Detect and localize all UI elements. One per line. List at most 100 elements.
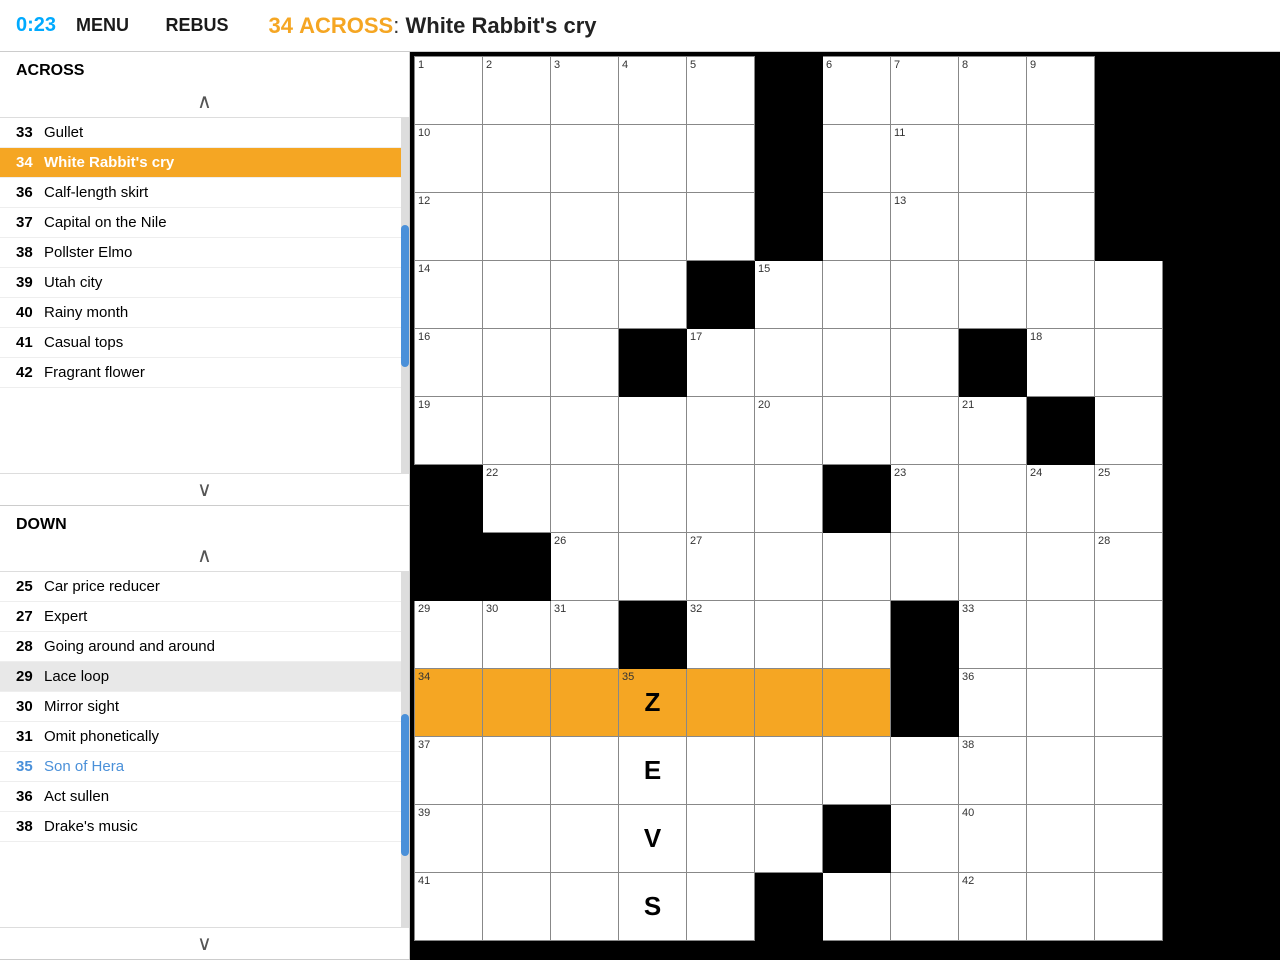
grid-cell-8-1[interactable]: 30 [483, 601, 551, 669]
grid-cell-9-10[interactable] [1095, 669, 1163, 737]
grid-cell-11-1[interactable] [483, 805, 551, 873]
grid-cell-1-4[interactable] [687, 125, 755, 193]
grid-cell-10-8[interactable]: 38 [959, 737, 1027, 805]
grid-cell-3-5[interactable]: 15 [755, 261, 823, 329]
grid-cell-7-8[interactable] [959, 533, 1027, 601]
grid-cell-0-1[interactable]: 2 [483, 57, 551, 125]
clue-item-40[interactable]: 40Rainy month [0, 298, 409, 328]
grid-cell-1-0[interactable]: 10 [415, 125, 483, 193]
across-scroll-down-button[interactable]: ∨ [0, 473, 409, 505]
grid-cell-10-9[interactable] [1027, 737, 1095, 805]
grid-cell-6-10[interactable]: 25 [1095, 465, 1163, 533]
grid-cell-0-7[interactable]: 7 [891, 57, 959, 125]
grid-cell-3-7[interactable] [891, 261, 959, 329]
grid-cell-10-6[interactable] [823, 737, 891, 805]
clue-item-37[interactable]: 37Capital on the Nile [0, 208, 409, 238]
clue-item-31[interactable]: 31Omit phonetically [0, 722, 409, 752]
grid-cell-11-9[interactable] [1027, 805, 1095, 873]
clue-item-42[interactable]: 42Fragrant flower [0, 358, 409, 388]
grid-cell-9-8[interactable]: 36 [959, 669, 1027, 737]
grid-cell-11-10[interactable] [1095, 805, 1163, 873]
grid-cell-10-10[interactable] [1095, 737, 1163, 805]
grid-cell-12-0[interactable]: 41 [415, 873, 483, 941]
grid-cell-12-8[interactable]: 42 [959, 873, 1027, 941]
grid-cell-1-1[interactable] [483, 125, 551, 193]
grid-cell-6-2[interactable] [551, 465, 619, 533]
grid-cell-12-10[interactable] [1095, 873, 1163, 941]
grid-cell-4-10[interactable] [1095, 329, 1163, 397]
grid-cell-0-6[interactable]: 6 [823, 57, 891, 125]
grid-cell-11-5[interactable] [755, 805, 823, 873]
grid-cell-12-1[interactable] [483, 873, 551, 941]
grid-cell-12-4[interactable] [687, 873, 755, 941]
grid-cell-10-0[interactable]: 37 [415, 737, 483, 805]
grid-cell-4-9[interactable]: 18 [1027, 329, 1095, 397]
grid-cell-8-4[interactable]: 32 [687, 601, 755, 669]
grid-cell-1-8[interactable] [959, 125, 1027, 193]
grid-cell-10-3[interactable]: E [619, 737, 687, 805]
grid-cell-6-5[interactable] [755, 465, 823, 533]
grid-cell-1-7[interactable]: 11 [891, 125, 959, 193]
grid-cell-7-3[interactable] [619, 533, 687, 601]
grid-cell-10-1[interactable] [483, 737, 551, 805]
grid-cell-2-0[interactable]: 12 [415, 193, 483, 261]
grid-cell-9-2[interactable] [551, 669, 619, 737]
grid-cell-5-3[interactable] [619, 397, 687, 465]
grid-cell-1-9[interactable] [1027, 125, 1095, 193]
grid-cell-7-6[interactable] [823, 533, 891, 601]
grid-cell-8-8[interactable]: 33 [959, 601, 1027, 669]
grid-cell-6-1[interactable]: 22 [483, 465, 551, 533]
grid-cell-5-6[interactable] [823, 397, 891, 465]
grid-cell-9-1[interactable] [483, 669, 551, 737]
grid-cell-4-1[interactable] [483, 329, 551, 397]
grid-cell-0-8[interactable]: 8 [959, 57, 1027, 125]
grid-cell-7-7[interactable] [891, 533, 959, 601]
grid-cell-8-6[interactable] [823, 601, 891, 669]
grid-cell-9-9[interactable] [1027, 669, 1095, 737]
down-scroll-down-button[interactable]: ∨ [0, 927, 409, 959]
grid-cell-1-6[interactable] [823, 125, 891, 193]
grid-cell-5-0[interactable]: 19 [415, 397, 483, 465]
grid-cell-0-2[interactable]: 3 [551, 57, 619, 125]
clue-item-25[interactable]: 25Car price reducer [0, 572, 409, 602]
clue-item-36[interactable]: 36Act sullen [0, 782, 409, 812]
grid-cell-12-3[interactable]: S [619, 873, 687, 941]
clue-item-41[interactable]: 41Casual tops [0, 328, 409, 358]
grid-cell-6-4[interactable] [687, 465, 755, 533]
grid-cell-3-6[interactable] [823, 261, 891, 329]
grid-cell-9-3[interactable]: 35Z [619, 669, 687, 737]
grid-cell-4-2[interactable] [551, 329, 619, 397]
grid-cell-5-10[interactable] [1095, 397, 1163, 465]
grid-cell-4-4[interactable]: 17 [687, 329, 755, 397]
grid-cell-11-8[interactable]: 40 [959, 805, 1027, 873]
grid-cell-1-2[interactable] [551, 125, 619, 193]
grid-cell-8-2[interactable]: 31 [551, 601, 619, 669]
grid-cell-8-9[interactable] [1027, 601, 1095, 669]
grid-cell-12-9[interactable] [1027, 873, 1095, 941]
clue-item-38[interactable]: 38Drake's music [0, 812, 409, 842]
grid-cell-6-8[interactable] [959, 465, 1027, 533]
grid-cell-5-1[interactable] [483, 397, 551, 465]
grid-cell-0-4[interactable]: 5 [687, 57, 755, 125]
grid-cell-5-7[interactable] [891, 397, 959, 465]
grid-cell-3-1[interactable] [483, 261, 551, 329]
grid-cell-0-9[interactable]: 9 [1027, 57, 1095, 125]
grid-cell-6-3[interactable] [619, 465, 687, 533]
grid-cell-3-9[interactable] [1027, 261, 1095, 329]
menu-button[interactable]: MENU [76, 15, 129, 36]
grid-cell-2-8[interactable] [959, 193, 1027, 261]
clue-item-29[interactable]: 29Lace loop [0, 662, 409, 692]
grid-cell-2-1[interactable] [483, 193, 551, 261]
grid-cell-3-2[interactable] [551, 261, 619, 329]
grid-cell-10-4[interactable] [687, 737, 755, 805]
grid-cell-5-4[interactable] [687, 397, 755, 465]
grid-cell-7-4[interactable]: 27 [687, 533, 755, 601]
grid-cell-2-7[interactable]: 13 [891, 193, 959, 261]
grid-cell-2-2[interactable] [551, 193, 619, 261]
grid-cell-7-9[interactable] [1027, 533, 1095, 601]
clue-item-39[interactable]: 39Utah city [0, 268, 409, 298]
grid-cell-10-7[interactable] [891, 737, 959, 805]
grid-cell-8-5[interactable] [755, 601, 823, 669]
grid-cell-5-8[interactable]: 21 [959, 397, 1027, 465]
grid-cell-11-4[interactable] [687, 805, 755, 873]
